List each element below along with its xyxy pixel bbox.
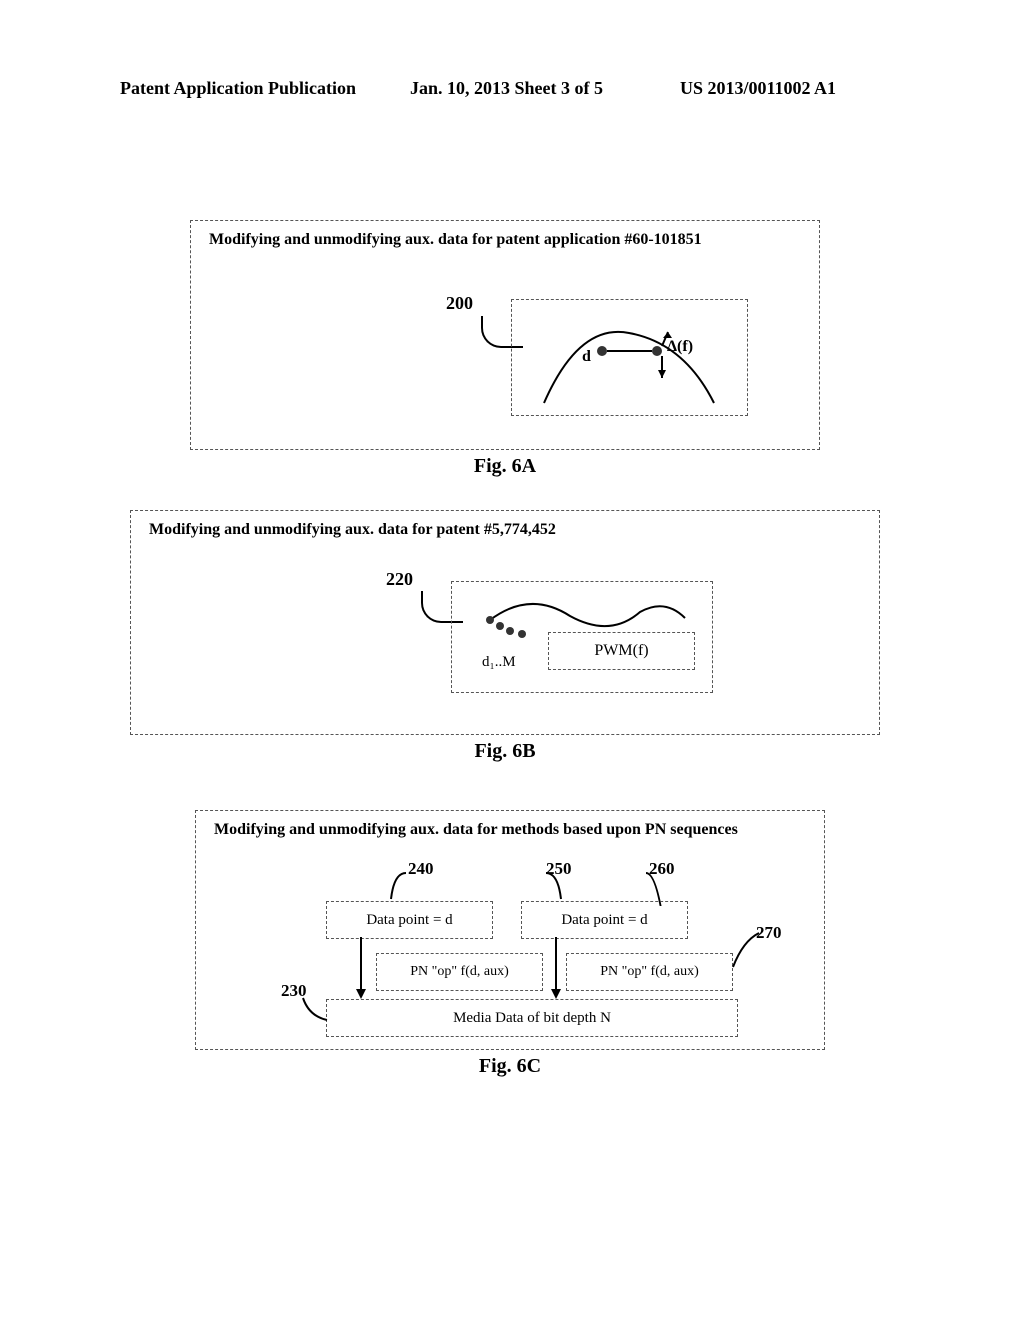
data-point-box-1: Data point = d [326, 901, 493, 939]
label-d: d [582, 348, 591, 366]
header-date-sheet: Jan. 10, 2013 Sheet 3 of 5 [410, 78, 603, 99]
leader-270 [731, 931, 761, 971]
pn-op-box-1: PN "op" f(d, aux) [376, 953, 543, 991]
label-d1m: d₁..M [482, 654, 516, 671]
figure-6c-title: Modifying and unmodifying aux. data for … [214, 821, 738, 839]
pwm-box: PWM(f) [548, 632, 695, 670]
ref-220-label: 220 [386, 569, 413, 590]
label-delta: Δ(f) [667, 338, 693, 356]
leader-230 [301, 996, 331, 1026]
data-point-box-2: Data point = d [521, 901, 688, 939]
figure-6b-caption: Fig. 6B [130, 740, 880, 763]
figure-6a-title: Modifying and unmodifying aux. data for … [209, 231, 702, 249]
media-data-box: Media Data of bit depth N [326, 999, 738, 1037]
figure-6c-box: Modifying and unmodifying aux. data for … [195, 810, 825, 1050]
figure-6a-caption: Fig. 6A [190, 455, 820, 478]
figure-6b-title: Modifying and unmodifying aux. data for … [149, 521, 556, 539]
ref-240-label: 240 [408, 859, 434, 879]
figure-6c-caption: Fig. 6C [195, 1055, 825, 1078]
arrow-dp2-down [546, 937, 566, 999]
header-publication: Patent Application Publication [120, 78, 356, 99]
ref-260-label: 260 [649, 859, 675, 879]
ref-250-label: 250 [546, 859, 572, 879]
figure-6a-inner: d Δ(f) [511, 299, 748, 416]
bell-curve-icon [534, 318, 724, 408]
figure-6b-inner: PWM(f) d₁..M [451, 581, 713, 693]
ref-200-label: 200 [446, 293, 473, 314]
header-doc-number: US 2013/0011002 A1 [680, 78, 836, 99]
arrow-dp1-down [351, 937, 371, 999]
figure-6a-box: Modifying and unmodifying aux. data for … [190, 220, 820, 450]
pn-op-box-2: PN "op" f(d, aux) [566, 953, 733, 991]
figure-6b-box: Modifying and unmodifying aux. data for … [130, 510, 880, 735]
patent-page: Patent Application Publication Jan. 10, … [0, 0, 1024, 1320]
